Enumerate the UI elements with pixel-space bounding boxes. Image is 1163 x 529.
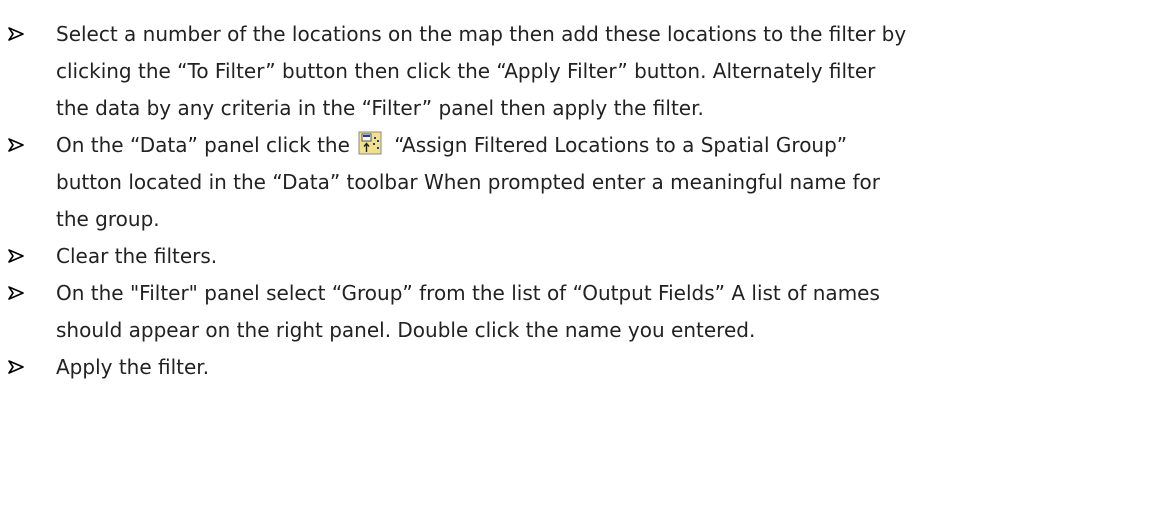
list-item-text: the group. bbox=[56, 207, 160, 231]
list-item: Select a number of the locations on the … bbox=[0, 16, 1163, 127]
list-item-text: should appear on the right panel. Double… bbox=[56, 318, 756, 342]
arrow-bullet-icon bbox=[8, 138, 24, 152]
list-item-text: clicking the “To Filter” button then cli… bbox=[56, 59, 876, 83]
list-item: Clear the filters. bbox=[0, 238, 1163, 275]
arrow-bullet-icon bbox=[8, 360, 24, 374]
list-item: On the “Data” panel click the “Assign Fi… bbox=[0, 127, 1163, 238]
list-item-text: Apply the filter. bbox=[56, 355, 210, 379]
list-item-text: Clear the filters. bbox=[56, 244, 218, 268]
arrow-bullet-icon bbox=[8, 27, 24, 41]
list-item: Apply the filter. bbox=[0, 349, 1163, 386]
list-item-text: the data by any criteria in the “Filter”… bbox=[56, 96, 704, 120]
arrow-bullet-icon bbox=[8, 249, 24, 263]
list-item-text: Select a number of the locations on the … bbox=[56, 22, 907, 46]
assign-spatial-group-icon bbox=[358, 131, 382, 155]
instruction-list: Select a number of the locations on the … bbox=[0, 16, 1163, 386]
list-item-text: On the “Data” panel click the bbox=[56, 133, 350, 157]
list-item-text: button located in the “Data” toolbar Whe… bbox=[56, 170, 881, 194]
list-item-text-with-icon: On the “Data” panel click the “Assign Fi… bbox=[56, 127, 1163, 164]
list-item-text: “Assign Filtered Locations to a Spatial … bbox=[387, 133, 848, 157]
arrow-bullet-icon bbox=[8, 286, 24, 300]
list-item-text: On the "Filter" panel select “Group” fro… bbox=[56, 281, 880, 305]
document-page: Select a number of the locations on the … bbox=[0, 0, 1163, 529]
list-item: On the "Filter" panel select “Group” fro… bbox=[0, 275, 1163, 349]
